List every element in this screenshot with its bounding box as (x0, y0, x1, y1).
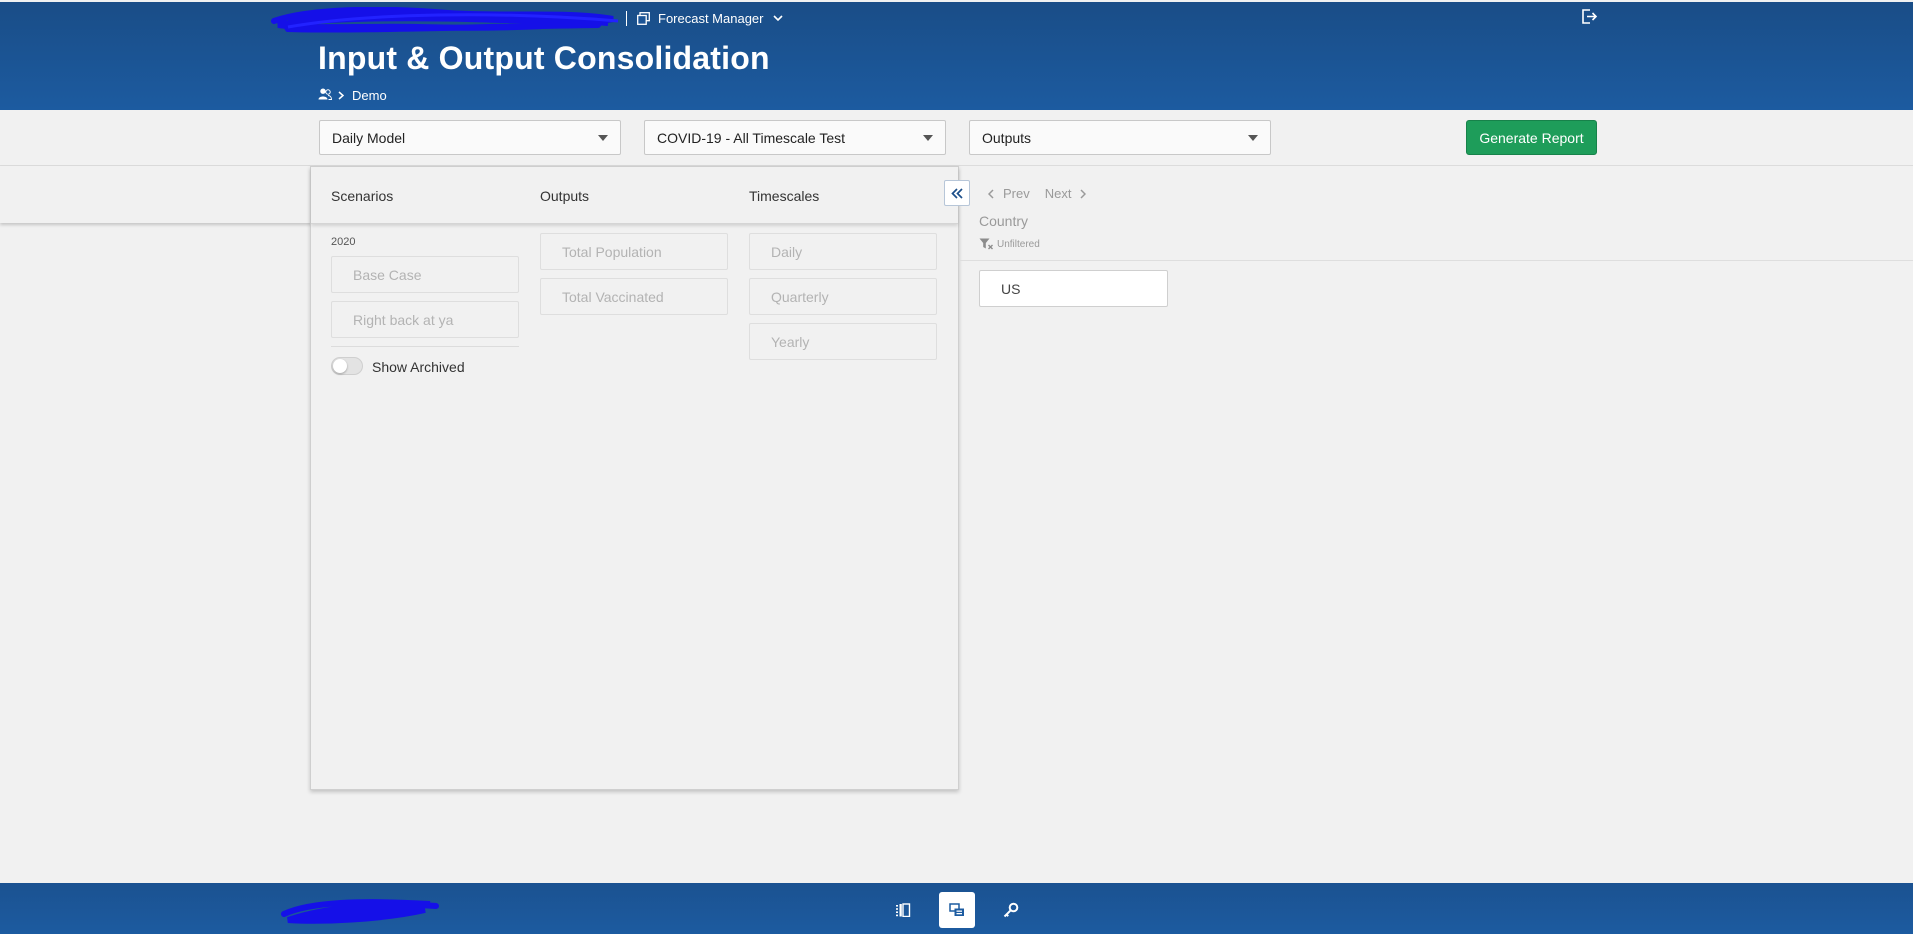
app-footer (0, 883, 1913, 934)
divider (331, 346, 519, 347)
caret-down-icon (923, 134, 933, 141)
next-button[interactable]: Next (1030, 186, 1087, 201)
redacted-footer-scribble (281, 899, 439, 924)
scenarios-title: Scenarios (331, 188, 394, 204)
output-option[interactable]: Total Population (540, 233, 728, 270)
logout-button[interactable] (1581, 8, 1598, 30)
outputs-title: Outputs (540, 188, 590, 204)
view-select-value: Outputs (982, 129, 1032, 146)
reports-button[interactable] (885, 892, 921, 928)
breadcrumb: Demo (318, 88, 387, 103)
prev-label: Prev (1003, 186, 1030, 201)
chevron-left-icon (988, 188, 994, 199)
users-icon[interactable] (318, 88, 333, 103)
dimension-title: Country (979, 213, 1029, 229)
output-option[interactable]: Total Vaccinated (540, 278, 728, 315)
redacted-brand-scribble (271, 7, 619, 33)
caret-down-icon (598, 134, 608, 141)
window-icon (637, 11, 650, 25)
breadcrumb-current[interactable]: Demo (352, 88, 387, 103)
filter-status: Unfiltered (979, 238, 1040, 250)
panel-header: Scenarios Outputs Timescales (311, 167, 958, 224)
generate-report-button[interactable]: Generate Report (1466, 120, 1597, 155)
app-header: Forecast Manager Input & Output Consolid… (0, 2, 1913, 110)
selection-panel: Scenarios Outputs Timescales 2020 Base C… (310, 166, 959, 790)
double-chevron-left-icon (951, 187, 963, 199)
scenario-option[interactable]: Base Case (331, 256, 519, 293)
next-label: Next (1044, 186, 1072, 201)
app-switcher[interactable]: Forecast Manager (626, 9, 783, 27)
key-icon (1003, 902, 1019, 918)
timescale-option[interactable]: Daily (749, 233, 937, 270)
page-title: Input & Output Consolidation (318, 40, 770, 76)
year-group-label: 2020 (331, 236, 356, 248)
consolidation-button[interactable] (939, 892, 975, 928)
collapse-panel-button[interactable] (944, 180, 970, 206)
model-select-value: Daily Model (332, 129, 406, 146)
consolidation-icon (949, 903, 964, 916)
scenario-select-value: COVID-19 - All Timescale Test (657, 129, 846, 146)
member-option[interactable]: US (979, 270, 1168, 307)
chevron-right-icon (1080, 188, 1087, 199)
prev-button[interactable]: Prev (988, 186, 1030, 201)
timescale-option[interactable]: Quarterly (749, 278, 937, 315)
filter-status-text: Unfiltered (997, 238, 1040, 250)
timescales-title: Timescales (749, 188, 820, 204)
model-select[interactable]: Daily Model (319, 120, 621, 155)
book-icon (896, 903, 911, 917)
toggle-knob (333, 359, 347, 373)
filter-clear-icon[interactable] (979, 238, 994, 250)
toolbar: Daily Model COVID-19 - All Timescale Tes… (0, 110, 1913, 166)
show-archived-toggle[interactable] (331, 357, 363, 375)
app-switcher-label: Forecast Manager (658, 10, 764, 26)
key-button[interactable] (993, 892, 1029, 928)
scenario-option[interactable]: Right back at ya (331, 301, 519, 338)
chevron-right-icon (338, 91, 344, 100)
scenario-select[interactable]: COVID-19 - All Timescale Test (644, 120, 946, 155)
show-archived-label: Show Archived (372, 359, 465, 375)
divider (960, 260, 1913, 261)
pager: Prev Next (988, 186, 1087, 201)
header-separator (626, 10, 627, 26)
chevron-down-icon (772, 14, 783, 22)
view-select[interactable]: Outputs (969, 120, 1271, 155)
left-strip (0, 166, 311, 223)
logout-icon (1582, 9, 1598, 24)
caret-down-icon (1248, 134, 1258, 141)
timescale-option[interactable]: Yearly (749, 323, 937, 360)
